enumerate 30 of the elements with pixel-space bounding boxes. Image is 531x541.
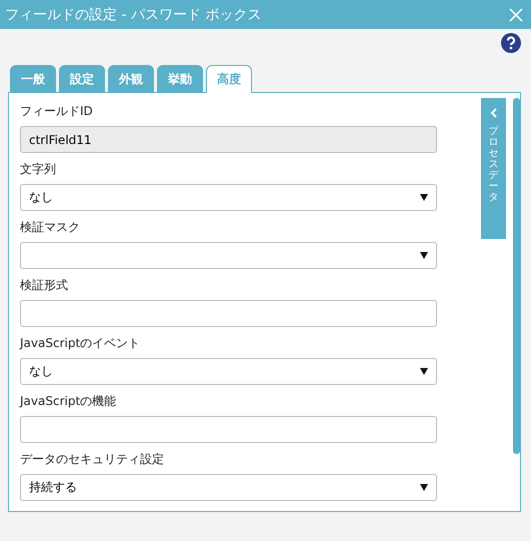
scrollbar[interactable] (513, 98, 520, 454)
field-label: 検証マスク (20, 219, 81, 236)
tab[interactable]: 高度 (206, 65, 252, 93)
caret-icon (420, 484, 428, 491)
field-label: フィールドID (20, 103, 94, 120)
input-field[interactable] (20, 300, 437, 327)
dropdown-field[interactable]: なし (20, 184, 437, 211)
field-label: JavaScriptの機能 (20, 393, 118, 410)
caret-icon (420, 194, 428, 201)
field-label: データのセキュリティ設定 (20, 451, 165, 468)
window-title: フィールドの設定 - パスワード ボックス (5, 6, 262, 24)
side-panel-label: プロセスデータ (488, 126, 498, 203)
field-label: JavaScriptのイベント (20, 335, 142, 352)
caret-icon (420, 252, 428, 259)
help-icon[interactable] (501, 33, 521, 53)
caret-icon (420, 368, 428, 375)
dropdown-field[interactable]: なし (20, 358, 437, 385)
side-panel-tab[interactable]: プロセスデータ (481, 98, 506, 239)
tab[interactable]: 外観 (108, 65, 154, 92)
tab[interactable]: 一般 (10, 65, 56, 92)
dropdown-field[interactable] (20, 242, 437, 269)
chevron-icon (490, 108, 497, 118)
tab[interactable]: 挙動 (157, 65, 203, 92)
tab[interactable]: 設定 (59, 65, 105, 92)
dropdown-field[interactable]: 持続する (20, 474, 437, 501)
readonly-field: ctrlField11 (20, 126, 437, 153)
field-label: 文字列 (20, 161, 57, 178)
input-field[interactable] (20, 416, 437, 443)
field-label: 検証形式 (20, 277, 69, 294)
close-icon[interactable] (509, 8, 523, 22)
